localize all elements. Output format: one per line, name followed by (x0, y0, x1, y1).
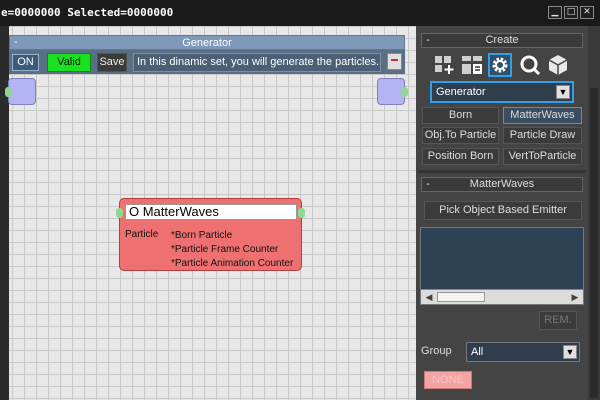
module-position-born-button[interactable]: Position Born (422, 148, 499, 165)
module-particle-draw-button[interactable]: Particle Draw (503, 127, 582, 144)
minimize-button[interactable]: ▁ (548, 6, 562, 19)
modify-icon[interactable] (460, 53, 484, 77)
matterwaves-rollout-header[interactable]: - MatterWaves (421, 177, 583, 192)
module-born-button[interactable]: Born (422, 107, 499, 124)
matterwaves-rollout-title: MatterWaves (469, 178, 535, 190)
group-value: All (471, 346, 484, 358)
node-output-item: *Born Particle (171, 230, 233, 241)
panel-divider (418, 170, 586, 173)
wrench-icon[interactable] (518, 53, 542, 77)
scroll-right-icon[interactable]: ▶ (569, 291, 581, 303)
create-rollout-title: Create (485, 34, 519, 46)
group-dropdown[interactable]: All ▼ (466, 342, 580, 362)
hscrollbar-thumb[interactable] (437, 292, 485, 302)
status-readout: e=0000000 Selected=0000000 (1, 6, 174, 19)
generator-header[interactable]: - Generator (9, 35, 405, 50)
create-icon[interactable] (432, 53, 456, 77)
chevron-down-icon[interactable]: ▼ (563, 345, 577, 359)
minus-icon (391, 59, 398, 61)
generator-menu-button[interactable] (387, 53, 402, 70)
save-button[interactable]: Save (97, 53, 127, 72)
matterwaves-node[interactable]: O MatterWaves Particle *Born Particle *P… (116, 198, 305, 271)
on-button[interactable]: ON (12, 54, 39, 71)
module-obj-to-particle-button[interactable]: Obj.To Particle (422, 127, 499, 144)
emitter-list-hscrollbar[interactable]: ◀ ▶ (421, 289, 583, 304)
node-type-label: Particle (125, 229, 159, 240)
title-bar: e=0000000 Selected=0000000 ▁ □ ✕ (0, 0, 600, 26)
generator-type-dropdown[interactable]: Generator ▼ (430, 81, 574, 103)
create-rollout-header[interactable]: - Create (421, 33, 583, 48)
generator-title: Generator (182, 37, 232, 49)
generator-type-value: Generator (436, 86, 486, 98)
node-output-item: *Particle Animation Counter (171, 258, 294, 269)
valid-button[interactable]: Valid (47, 53, 91, 72)
node-title[interactable]: O MatterWaves (125, 204, 297, 220)
close-button[interactable]: ✕ (580, 6, 594, 19)
maximize-button[interactable]: □ (564, 6, 578, 19)
node-output-list: *Born Particle *Particle Frame Counter *… (171, 229, 293, 271)
chevron-down-icon[interactable]: ▼ (556, 85, 570, 99)
input-connector[interactable] (5, 87, 12, 97)
panel-scrollbar[interactable] (588, 26, 600, 400)
node-output-item: *Particle Frame Counter (171, 244, 279, 255)
output-connector[interactable] (401, 87, 408, 97)
generator-toolbar: ON Valid Save In this dinamic set, you w… (9, 50, 405, 74)
scroll-left-icon[interactable]: ◀ (423, 291, 435, 303)
gear-icon[interactable] (488, 53, 512, 77)
input-port-node[interactable] (5, 78, 36, 105)
node-input-connector[interactable] (116, 208, 123, 218)
cube-icon[interactable] (546, 53, 570, 77)
generator-description-field[interactable]: In this dinamic set, you will generate t… (133, 53, 381, 72)
pick-object-emitter-button[interactable]: Pick Object Based Emitter (424, 201, 582, 220)
output-port-node[interactable] (377, 78, 408, 105)
module-vert-to-particle-button[interactable]: VertToParticle (503, 148, 582, 165)
remove-emitter-button[interactable]: REM. (539, 311, 577, 330)
none-color-button[interactable]: NONE (424, 371, 472, 389)
node-output-connector[interactable] (298, 208, 305, 218)
group-label: Group (421, 345, 452, 357)
module-matterwaves-button[interactable]: MatterWaves (503, 107, 582, 124)
panel-scrollbar-thumb[interactable] (590, 88, 598, 398)
